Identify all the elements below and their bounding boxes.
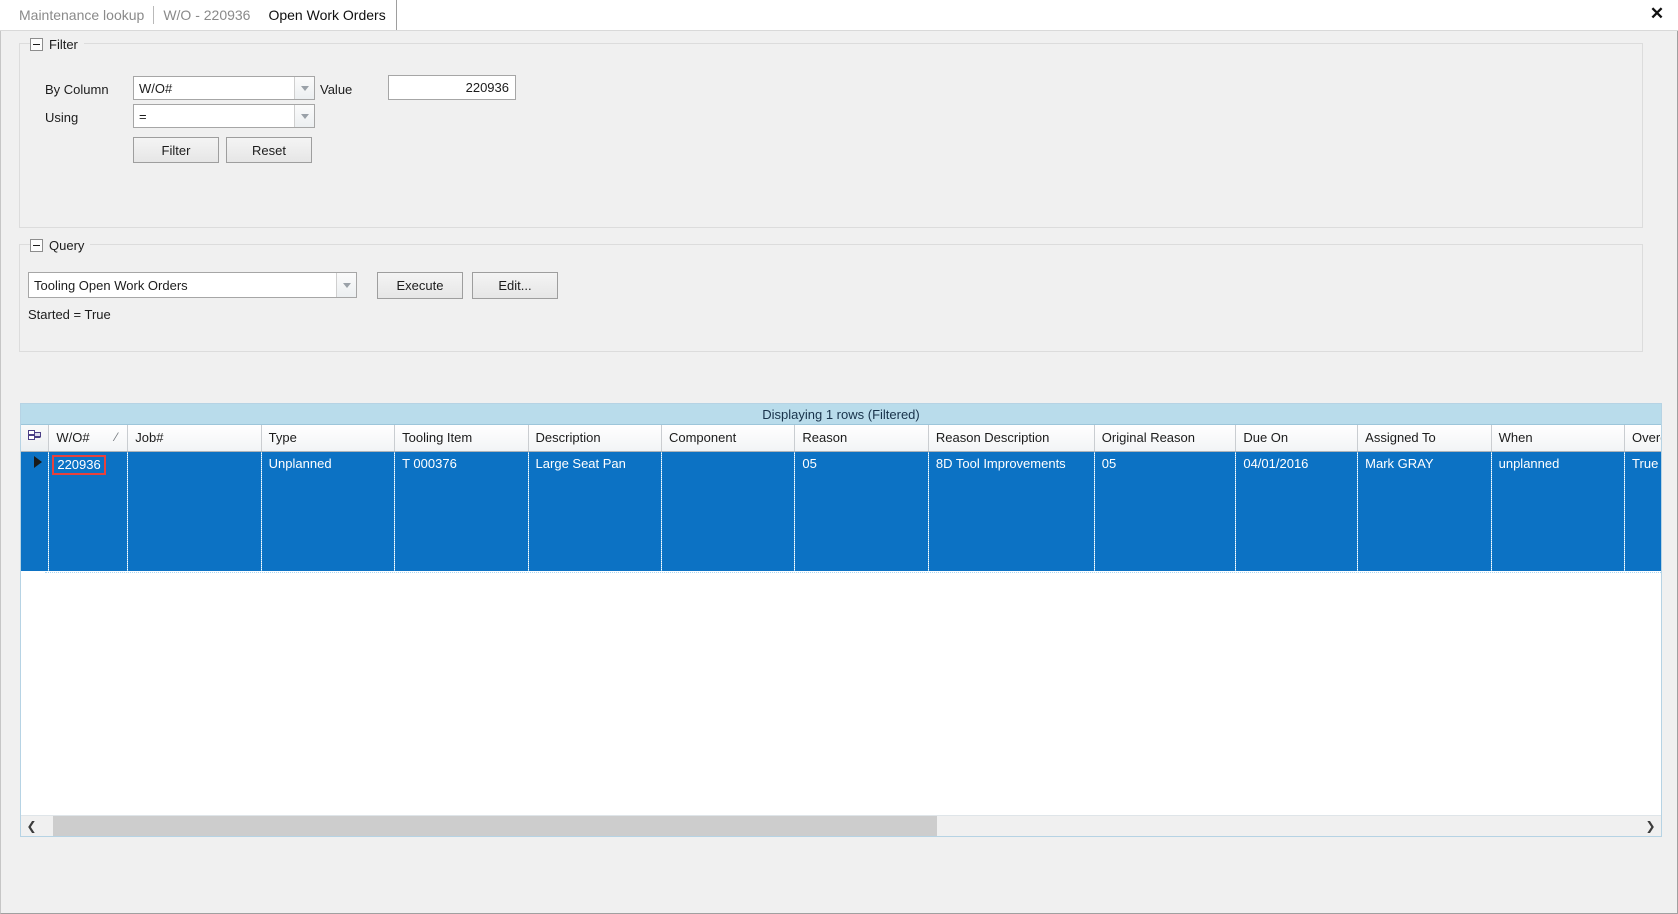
tab-open-work-orders[interactable]: Open Work Orders bbox=[259, 0, 397, 30]
collapse-filter-icon[interactable] bbox=[30, 37, 43, 51]
execute-button-label: Execute bbox=[396, 278, 444, 293]
grid-header-row: W/O# ⁄ Job# Type Tooling Item Descriptio… bbox=[21, 425, 1661, 452]
filter-button[interactable]: Filter bbox=[133, 137, 219, 163]
execute-button[interactable]: Execute bbox=[377, 272, 463, 299]
cell-when[interactable]: unplanned bbox=[1491, 451, 1626, 571]
col-header-original-reason[interactable]: Original Reason bbox=[1094, 425, 1237, 452]
cell-type[interactable]: Unplanned bbox=[261, 451, 396, 571]
tab-work-order[interactable]: W/O - 220936 bbox=[154, 0, 259, 30]
by-column-value: W/O# bbox=[139, 80, 173, 96]
using-combo[interactable]: = bbox=[133, 104, 315, 128]
results-grid: Displaying 1 rows (Filtered) W/O# ⁄ Job#… bbox=[20, 403, 1662, 837]
cell-tooling-item[interactable]: T 000376 bbox=[394, 451, 529, 571]
value-label: Value bbox=[320, 82, 353, 97]
grid-corner-icon bbox=[28, 429, 42, 440]
grid-caption: Displaying 1 rows (Filtered) bbox=[21, 404, 1661, 425]
col-header-reason-description[interactable]: Reason Description bbox=[928, 425, 1095, 452]
edit-button-label: Edit... bbox=[498, 278, 532, 293]
using-dropdown-button[interactable] bbox=[294, 105, 314, 127]
scroll-right-icon[interactable]: ❯ bbox=[1640, 816, 1661, 836]
current-row-indicator-icon bbox=[34, 455, 43, 468]
query-dropdown-button[interactable] bbox=[336, 273, 356, 297]
cell-job[interactable] bbox=[127, 451, 262, 571]
using-label: Using bbox=[45, 110, 79, 125]
filter-group-title: Filter bbox=[49, 36, 78, 52]
scrollbar-thumb[interactable] bbox=[53, 816, 937, 836]
col-header-reason[interactable]: Reason bbox=[794, 425, 929, 452]
tab-label: W/O - 220936 bbox=[163, 7, 251, 23]
grid-table: W/O# ⁄ Job# Type Tooling Item Descriptio… bbox=[21, 425, 1661, 571]
col-header-wo[interactable]: W/O# ⁄ bbox=[48, 425, 129, 452]
col-header-assigned-to[interactable]: Assigned To bbox=[1357, 425, 1492, 452]
value-input[interactable]: 220936 bbox=[388, 75, 516, 100]
cell-due-on[interactable]: 04/01/2016 bbox=[1235, 451, 1359, 571]
collapse-query-icon[interactable] bbox=[30, 238, 43, 252]
query-selected-value: Tooling Open Work Orders bbox=[34, 277, 188, 293]
chevron-down-icon bbox=[342, 282, 351, 288]
selected-cell-highlight: 220936 bbox=[52, 454, 106, 475]
query-group: Query Tooling Open Work Orders Execute E… bbox=[19, 236, 1643, 352]
col-header-description[interactable]: Description bbox=[528, 425, 662, 452]
cell-reason-description[interactable]: 8D Tool Improvements bbox=[928, 451, 1095, 571]
tab-label: Maintenance lookup bbox=[19, 7, 145, 23]
scrollbar-track[interactable] bbox=[42, 816, 1640, 836]
col-header-overdue[interactable]: Overdue bbox=[1624, 425, 1661, 452]
by-column-combo[interactable]: W/O# bbox=[133, 76, 315, 100]
chevron-down-icon bbox=[300, 113, 309, 119]
cell-wo[interactable]: 220936 bbox=[48, 451, 129, 571]
col-header-job[interactable]: Job# bbox=[127, 425, 262, 452]
col-header-when[interactable]: When bbox=[1491, 425, 1626, 452]
grid-select-all-icon[interactable] bbox=[21, 425, 50, 452]
scroll-left-icon[interactable]: ❮ bbox=[21, 816, 42, 836]
cell-component[interactable] bbox=[661, 451, 796, 571]
col-header-due-on[interactable]: Due On bbox=[1235, 425, 1359, 452]
tab-strip: Maintenance lookup W/O - 220936 Open Wor… bbox=[0, 0, 1678, 31]
col-header-type[interactable]: Type bbox=[261, 425, 396, 452]
query-group-header: Query bbox=[30, 236, 91, 254]
reset-button[interactable]: Reset bbox=[226, 137, 312, 163]
selected-row-bottom-border bbox=[45, 571, 1661, 573]
by-column-dropdown-button[interactable] bbox=[294, 77, 314, 99]
sort-ascending-icon: ⁄ bbox=[115, 430, 118, 445]
tab-list: Maintenance lookup W/O - 220936 Open Wor… bbox=[0, 0, 1678, 30]
row-selector[interactable] bbox=[21, 451, 50, 571]
cell-overdue[interactable]: True bbox=[1624, 451, 1661, 571]
edit-button[interactable]: Edit... bbox=[472, 272, 558, 299]
query-group-title: Query bbox=[49, 237, 85, 253]
filter-group-header: Filter bbox=[30, 35, 84, 53]
by-column-label: By Column bbox=[45, 82, 109, 97]
col-header-component[interactable]: Component bbox=[661, 425, 796, 452]
cell-description[interactable]: Large Seat Pan bbox=[528, 451, 662, 571]
cell-original-reason[interactable]: 05 bbox=[1094, 451, 1237, 571]
table-row[interactable]: 220936 Unplanned T 000376 Large Seat Pan… bbox=[21, 451, 1661, 571]
cell-assigned-to[interactable]: Mark GRAY bbox=[1357, 451, 1492, 571]
tab-label: Open Work Orders bbox=[268, 7, 386, 23]
grid-viewport: W/O# ⁄ Job# Type Tooling Item Descriptio… bbox=[21, 425, 1661, 814]
cell-reason[interactable]: 05 bbox=[794, 451, 929, 571]
query-criteria-text: Started = True bbox=[28, 307, 111, 322]
close-icon[interactable]: ✕ bbox=[1646, 3, 1668, 25]
grid-horizontal-scrollbar[interactable]: ❮ ❯ bbox=[21, 815, 1661, 836]
filter-group: Filter By Column W/O# Value 220936 Using… bbox=[19, 35, 1643, 228]
using-value: = bbox=[139, 108, 147, 124]
tab-maintenance-lookup[interactable]: Maintenance lookup bbox=[10, 0, 153, 30]
client-area: Filter By Column W/O# Value 220936 Using… bbox=[0, 31, 1678, 914]
chevron-down-icon bbox=[300, 85, 309, 91]
col-label: W/O# bbox=[56, 430, 90, 446]
query-select-combo[interactable]: Tooling Open Work Orders bbox=[28, 272, 357, 298]
col-header-tooling-item[interactable]: Tooling Item bbox=[394, 425, 529, 452]
